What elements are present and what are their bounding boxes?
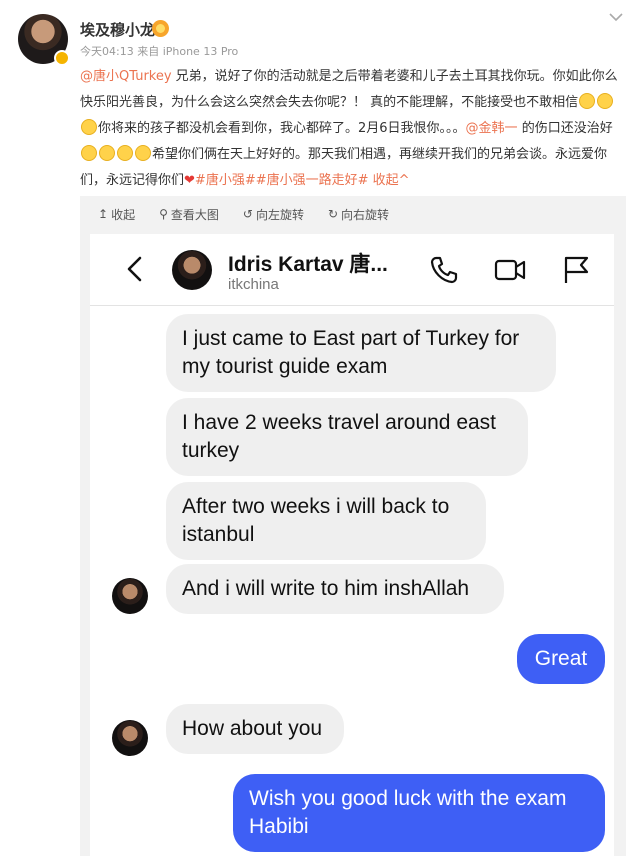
rotate-left-label: 向左旋转 [255, 207, 304, 222]
message-bubble-incoming[interactable]: And i will write to him inshAllah [166, 564, 504, 614]
crying-emoji-icon [99, 145, 115, 161]
contact-name[interactable]: Idris Kartav 唐... [228, 248, 388, 278]
contact-handle: itkchina [228, 276, 279, 293]
message-bubble-incoming[interactable]: I have 2 weeks travel around east turkey [166, 398, 528, 476]
contact-avatar[interactable] [172, 250, 212, 290]
view-large-button[interactable]: ⚲ 查看大图 [159, 206, 219, 223]
crying-emoji-icon [579, 93, 596, 109]
heart-icon: ❤ [184, 173, 195, 188]
collapse-icon: ↥ [98, 207, 109, 221]
chat-header: Idris Kartav 唐... itkchina [90, 234, 614, 306]
phone-icon[interactable] [428, 254, 460, 286]
mention-link[interactable]: @唐小QTurkey [80, 69, 172, 84]
contact-avatar-small [112, 720, 148, 756]
post-text-segment: 的伤口还没治好 [517, 121, 613, 136]
crying-emoji-icon [81, 145, 97, 161]
mention-link[interactable]: @金韩一 [466, 121, 518, 136]
message-bubble-incoming[interactable]: How about you [166, 704, 344, 754]
post-text: @唐小QTurkey 兄弟，说好了你的活动就是之后带着老婆和儿子去土耳其找你玩。… [80, 64, 626, 194]
message-bubble-incoming[interactable]: After two weeks i will back to istanbul [166, 482, 486, 560]
view-large-label: 查看大图 [170, 207, 219, 222]
magnifier-icon: ⚲ [159, 207, 168, 221]
author-name[interactable]: 埃及穆小龙 [80, 19, 155, 40]
post-text-segment: 你将来的孩子都没机会看到你，我心都碎了。2月6日我恨你。。。 [98, 121, 466, 136]
post-meta: 今天04:13 来自 iPhone 13 Pro [80, 45, 239, 58]
flag-icon[interactable] [560, 254, 592, 286]
video-icon[interactable] [493, 254, 526, 286]
chat-screenshot: Idris Kartav 唐... itkchina I just came t… [90, 234, 614, 856]
crying-emoji-icon [81, 119, 97, 135]
rotate-left-icon: ↺ [242, 207, 253, 221]
collapse-label: 收起 [111, 207, 136, 222]
hashtag-link[interactable]: #唐小强##唐小强一路走好# [195, 173, 369, 188]
member-badge-icon [152, 20, 169, 37]
rotate-right-label: 向右旋转 [341, 207, 390, 222]
rotate-right-button[interactable]: ↻ 向右旋转 [328, 206, 389, 223]
contact-avatar-small [112, 578, 148, 614]
message-bubble-outgoing[interactable]: Wish you good luck with the exam Habibi [233, 774, 605, 852]
verified-badge [54, 50, 70, 66]
image-toolbar: ↥ 收起 ⚲ 查看大图 ↺ 向左旋转 ↻ 向右旋转 [80, 196, 626, 232]
collapse-link[interactable]: 收起^ [369, 173, 410, 188]
rotate-left-button[interactable]: ↺ 向左旋转 [243, 206, 304, 223]
message-bubble-incoming[interactable]: I just came to East part of Turkey for m… [166, 314, 556, 392]
crying-emoji-icon [117, 145, 133, 161]
message-bubble-outgoing[interactable]: Great [517, 634, 605, 684]
back-icon[interactable] [120, 254, 150, 284]
collapse-image-button[interactable]: ↥ 收起 [98, 206, 135, 223]
rotate-right-icon: ↻ [327, 207, 339, 221]
chevron-down-icon[interactable] [608, 10, 624, 26]
crying-emoji-icon [135, 145, 151, 161]
crying-emoji-icon [597, 93, 614, 109]
